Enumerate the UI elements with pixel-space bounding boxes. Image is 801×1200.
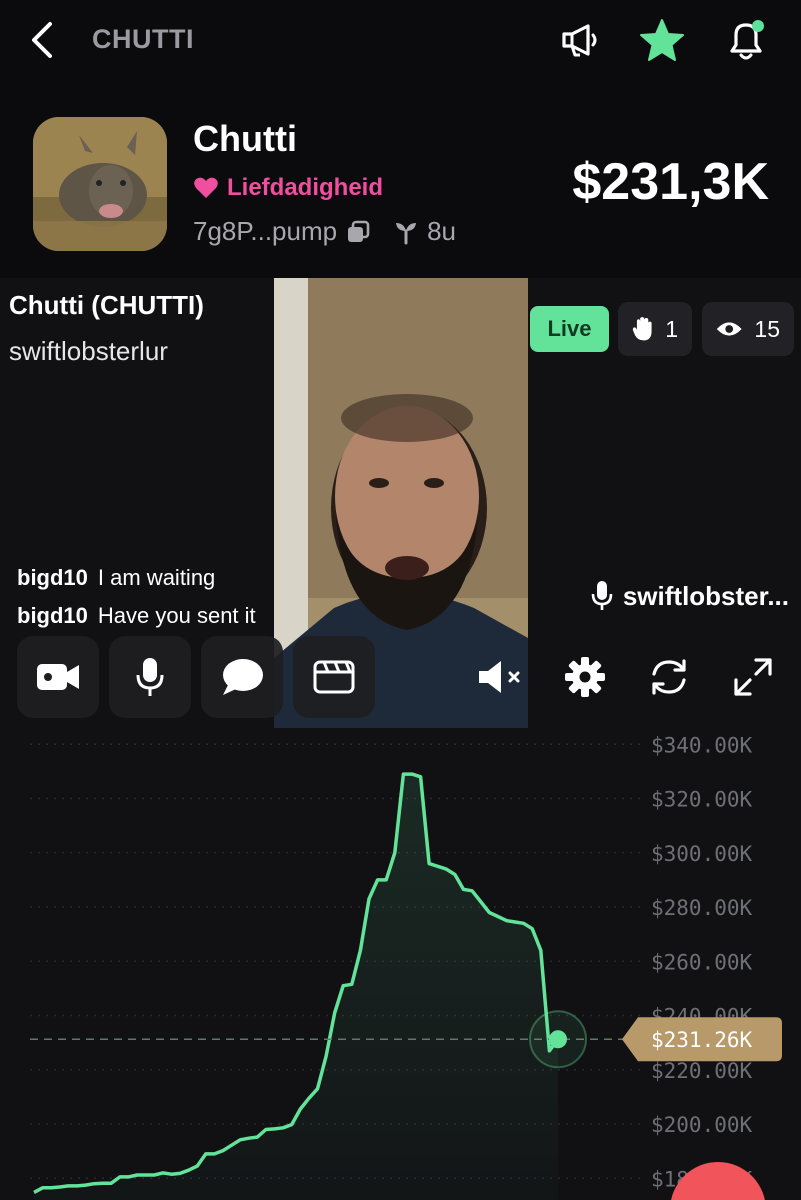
y-tick-label: $220.00K bbox=[651, 1059, 753, 1083]
page-title: CHUTTI bbox=[92, 24, 194, 54]
favorite-button[interactable] bbox=[638, 16, 686, 64]
video-camera-icon bbox=[37, 664, 79, 690]
chat-message: bigd10 I am waiting bbox=[17, 565, 215, 591]
category-tag[interactable]: Liefdadigheid bbox=[193, 174, 383, 202]
y-tick-label: $280.00K bbox=[651, 896, 753, 920]
address-row: 7g8P...pump 8u bbox=[193, 216, 456, 247]
stream-title: Chutti (CHUTTI) bbox=[9, 290, 204, 320]
notification-dot bbox=[752, 20, 764, 32]
current-price-label: $231.26K bbox=[651, 1028, 753, 1052]
rhino-image bbox=[33, 117, 167, 251]
switch-camera-button[interactable] bbox=[628, 636, 710, 718]
camera-button[interactable] bbox=[17, 636, 99, 718]
megaphone-icon bbox=[562, 24, 597, 57]
heart-icon bbox=[194, 177, 218, 198]
speaker-name: swiftlobster... bbox=[622, 580, 789, 611]
clapperboard-icon bbox=[313, 660, 355, 694]
chat-username[interactable]: bigd10 bbox=[17, 603, 88, 629]
contract-address: 7g8P...pump bbox=[193, 216, 338, 246]
refresh-icon bbox=[652, 659, 686, 695]
expand-icon bbox=[734, 658, 772, 696]
y-tick-label: $200.00K bbox=[651, 1113, 753, 1137]
livestream-panel[interactable]: Chutti (CHUTTI) swiftlobsterlur Live 1 1… bbox=[0, 278, 801, 728]
token-avatar[interactable] bbox=[33, 117, 167, 251]
microphone-icon bbox=[591, 581, 613, 610]
raised-hands-count: 1 bbox=[665, 315, 678, 342]
price-chart[interactable]: $340.00K $320.00K $300.00K $280.00K $260.00K… bbox=[0, 728, 801, 1200]
notifications-button[interactable] bbox=[722, 16, 770, 64]
current-point bbox=[549, 1030, 567, 1049]
y-tick-label: $260.00K bbox=[651, 950, 753, 974]
price-chart-svg[interactable]: $340.00K $320.00K $300.00K $280.00K $260.00K… bbox=[0, 728, 801, 1200]
announce-button[interactable] bbox=[556, 16, 604, 64]
mute-button[interactable] bbox=[460, 636, 542, 718]
chat-text: I am waiting bbox=[97, 565, 216, 590]
viewer-counter: 15 bbox=[702, 302, 794, 356]
active-speaker: swiftlobster... bbox=[591, 580, 789, 612]
chat-bubble-icon bbox=[223, 659, 263, 695]
sprout-icon bbox=[396, 222, 417, 244]
category-label: Liefdadigheid bbox=[227, 174, 383, 201]
top-bar: CHUTTI bbox=[0, 0, 801, 84]
chat-username[interactable]: bigd10 bbox=[17, 565, 88, 591]
y-tick-label: $300.00K bbox=[651, 842, 753, 866]
y-tick-label: $320.00K bbox=[651, 788, 753, 812]
star-icon bbox=[640, 19, 684, 61]
clip-button[interactable] bbox=[293, 636, 375, 718]
token-name: Chutti bbox=[193, 118, 297, 159]
gear-icon bbox=[565, 657, 605, 697]
chart-area-fill bbox=[34, 774, 558, 1200]
speaker-muted-icon bbox=[479, 661, 520, 693]
chat-message: bigd10 Have you sent it bbox=[17, 603, 256, 629]
chat-button[interactable] bbox=[201, 636, 283, 718]
y-tick-label: $340.00K bbox=[651, 733, 753, 757]
viewer-count: 15 bbox=[754, 315, 780, 342]
token-age: 8u bbox=[427, 216, 457, 246]
chat-text: Have you sent it bbox=[97, 603, 256, 628]
token-header: Chutti Liefdadigheid 7g8P...pump 8u $231… bbox=[0, 100, 801, 270]
back-button[interactable] bbox=[22, 20, 62, 60]
chevron-left-icon bbox=[32, 22, 52, 58]
microphone-icon bbox=[136, 658, 164, 696]
copy-icon[interactable] bbox=[345, 219, 371, 245]
live-badge: Live bbox=[530, 306, 609, 352]
market-cap: $231,3K bbox=[572, 153, 769, 211]
raised-hands-counter[interactable]: 1 bbox=[618, 302, 692, 356]
settings-button[interactable] bbox=[544, 636, 626, 718]
microphone-button[interactable] bbox=[109, 636, 191, 718]
stream-host[interactable]: swiftlobsterlur bbox=[9, 336, 168, 367]
hand-icon bbox=[632, 317, 652, 341]
eye-icon bbox=[716, 322, 742, 336]
fullscreen-button[interactable] bbox=[712, 636, 794, 718]
